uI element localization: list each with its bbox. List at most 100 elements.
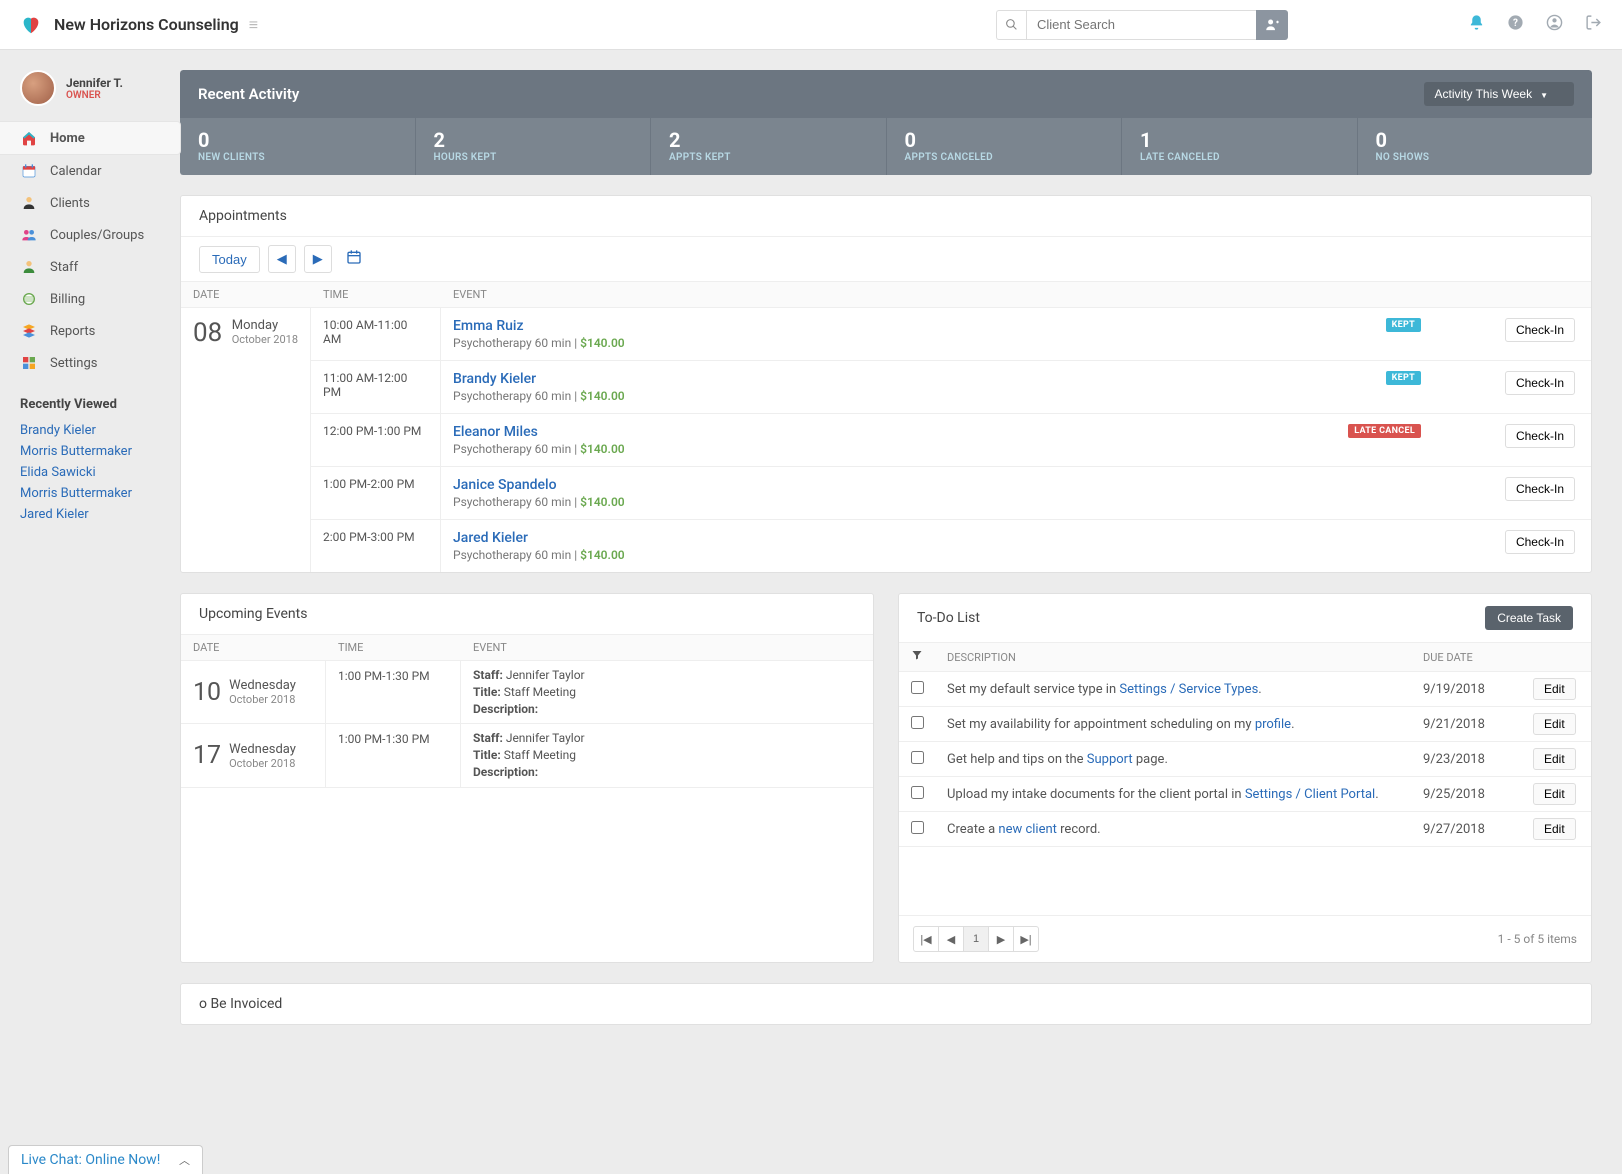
nav-billing[interactable]: Billing <box>0 283 180 315</box>
stat-tile[interactable]: 1LATE CANCELED <box>1122 118 1358 175</box>
pager-first[interactable]: |◀ <box>913 926 939 952</box>
profile-icon[interactable] <box>1546 14 1563 35</box>
todo-row: Set my availability for appointment sche… <box>899 707 1591 742</box>
recently-viewed-title: Recently Viewed <box>20 397 160 412</box>
todo-checkbox[interactable] <box>911 786 924 799</box>
user-role: OWNER <box>66 90 123 101</box>
event-date-num: 10 <box>193 678 221 707</box>
pager-page[interactable]: 1 <box>963 926 989 952</box>
appt-time: 12:00 PM-1:00 PM <box>311 414 441 466</box>
nav-clients[interactable]: Clients <box>0 187 180 219</box>
stat-tile[interactable]: 0NO SHOWS <box>1358 118 1593 175</box>
nav-couples[interactable]: Couples/Groups <box>0 219 180 251</box>
recently-viewed-link[interactable]: Brandy Kieler <box>20 420 160 441</box>
stat-label: APPTS KEPT <box>669 152 868 163</box>
stat-label: NEW CLIENTS <box>198 152 397 163</box>
edit-task-button[interactable]: Edit <box>1533 783 1576 805</box>
todo-link[interactable]: Support <box>1087 752 1133 767</box>
nav-home[interactable]: Home <box>0 121 181 155</box>
todo-row: Get help and tips on the Support page. 9… <box>899 742 1591 777</box>
live-chat-widget[interactable]: Live Chat: Online Now! ︿ <box>8 1145 203 1174</box>
appointment-row: 10:00 AM-11:00 AM Emma Ruiz Psychotherap… <box>311 308 1591 361</box>
todo-link[interactable]: new client <box>998 822 1057 837</box>
home-icon <box>20 129 38 147</box>
billing-icon <box>20 290 38 308</box>
today-button[interactable]: Today <box>199 246 260 273</box>
nav-label: Calendar <box>50 164 102 179</box>
event-info: Staff: Jennifer Taylor Title: Staff Meet… <box>461 724 873 786</box>
nav-label: Settings <box>50 356 97 371</box>
service-line: Psychotherapy 60 min | $140.00 <box>453 548 1579 562</box>
pager-next[interactable]: ▶ <box>988 926 1014 952</box>
next-day-button[interactable]: ▶ <box>304 245 332 273</box>
col-event-header: EVENT <box>441 282 1591 307</box>
pager-prev[interactable]: ◀ <box>938 926 964 952</box>
client-link[interactable]: Emma Ruiz <box>453 318 524 334</box>
stat-value: 0 <box>198 128 397 152</box>
appointment-row: 2:00 PM-3:00 PM Jared Kieler Psychothera… <box>311 520 1591 572</box>
add-client-button[interactable] <box>1256 10 1288 40</box>
settings-icon <box>20 354 38 372</box>
stat-tile[interactable]: 0APPTS CANCELED <box>887 118 1123 175</box>
logout-icon[interactable] <box>1585 14 1602 35</box>
nav-label: Couples/Groups <box>50 228 144 243</box>
stat-tile[interactable]: 2APPTS KEPT <box>651 118 887 175</box>
checkin-button[interactable]: Check-In <box>1505 530 1575 554</box>
client-search-input[interactable] <box>1026 10 1256 40</box>
stat-label: NO SHOWS <box>1376 152 1575 163</box>
nav-staff[interactable]: Staff <box>0 251 180 283</box>
help-icon[interactable]: ? <box>1507 14 1524 35</box>
edit-task-button[interactable]: Edit <box>1533 748 1576 770</box>
filter-icon[interactable] <box>899 643 935 671</box>
checkin-button[interactable]: Check-In <box>1505 424 1575 448</box>
edit-task-button[interactable]: Edit <box>1533 678 1576 700</box>
client-link[interactable]: Janice Spandelo <box>453 477 557 493</box>
todo-link[interactable]: profile <box>1255 717 1291 732</box>
brand-name: New Horizons Counseling <box>54 15 239 34</box>
todo-link[interactable]: Settings / Client Portal <box>1245 787 1375 802</box>
todo-link[interactable]: Settings / Service Types <box>1119 682 1258 697</box>
stat-tile[interactable]: 0NEW CLIENTS <box>180 118 416 175</box>
nav-calendar[interactable]: Calendar <box>0 155 180 187</box>
pager-last[interactable]: ▶| <box>1013 926 1039 952</box>
user-avatar[interactable] <box>20 70 56 106</box>
todo-checkbox[interactable] <box>911 821 924 834</box>
create-task-button[interactable]: Create Task <box>1485 606 1573 630</box>
edit-task-button[interactable]: Edit <box>1533 818 1576 840</box>
nav-reports[interactable]: Reports <box>0 315 180 347</box>
ev-event-header: EVENT <box>461 635 873 660</box>
todo-due-date: 9/21/2018 <box>1411 717 1521 732</box>
todo-checkbox[interactable] <box>911 716 924 729</box>
prev-day-button[interactable]: ◀ <box>268 245 296 273</box>
couples-icon <box>20 226 38 244</box>
upcoming-events-title: Upcoming Events <box>199 606 307 622</box>
status-badge: KEPT <box>1386 371 1421 385</box>
nav-settings[interactable]: Settings <box>0 347 180 379</box>
service-line: Psychotherapy 60 min | $140.00 <box>453 389 1579 403</box>
date-picker-icon[interactable] <box>346 249 362 269</box>
recently-viewed-link[interactable]: Morris Buttermaker <box>20 441 160 462</box>
menu-toggle-icon[interactable]: ≡ <box>249 15 258 35</box>
checkin-button[interactable]: Check-In <box>1505 371 1575 395</box>
todo-checkbox[interactable] <box>911 681 924 694</box>
recently-viewed-link[interactable]: Morris Buttermaker <box>20 483 160 504</box>
client-link[interactable]: Eleanor Miles <box>453 424 538 440</box>
chevron-up-icon: ︿ <box>179 1152 190 1168</box>
checkin-button[interactable]: Check-In <box>1505 477 1575 501</box>
edit-task-button[interactable]: Edit <box>1533 713 1576 735</box>
event-date-num: 17 <box>193 741 221 770</box>
recently-viewed-link[interactable]: Elida Sawicki <box>20 462 160 483</box>
stat-tile[interactable]: 2HOURS KEPT <box>416 118 652 175</box>
todo-due-date: 9/19/2018 <box>1411 682 1521 697</box>
staff-icon <box>20 258 38 276</box>
pager-info: 1 - 5 of 5 items <box>1498 932 1577 946</box>
todo-description: Create a new client record. <box>935 822 1411 837</box>
client-link[interactable]: Jared Kieler <box>453 530 528 546</box>
event-row: 17 WednesdayOctober 2018 1:00 PM-1:30 PM… <box>181 724 873 787</box>
checkin-button[interactable]: Check-In <box>1505 318 1575 342</box>
notifications-icon[interactable] <box>1468 14 1485 35</box>
todo-checkbox[interactable] <box>911 751 924 764</box>
client-link[interactable]: Brandy Kieler <box>453 371 536 387</box>
activity-range-select[interactable]: Activity This Week <box>1424 82 1574 106</box>
recently-viewed-link[interactable]: Jared Kieler <box>20 504 160 525</box>
